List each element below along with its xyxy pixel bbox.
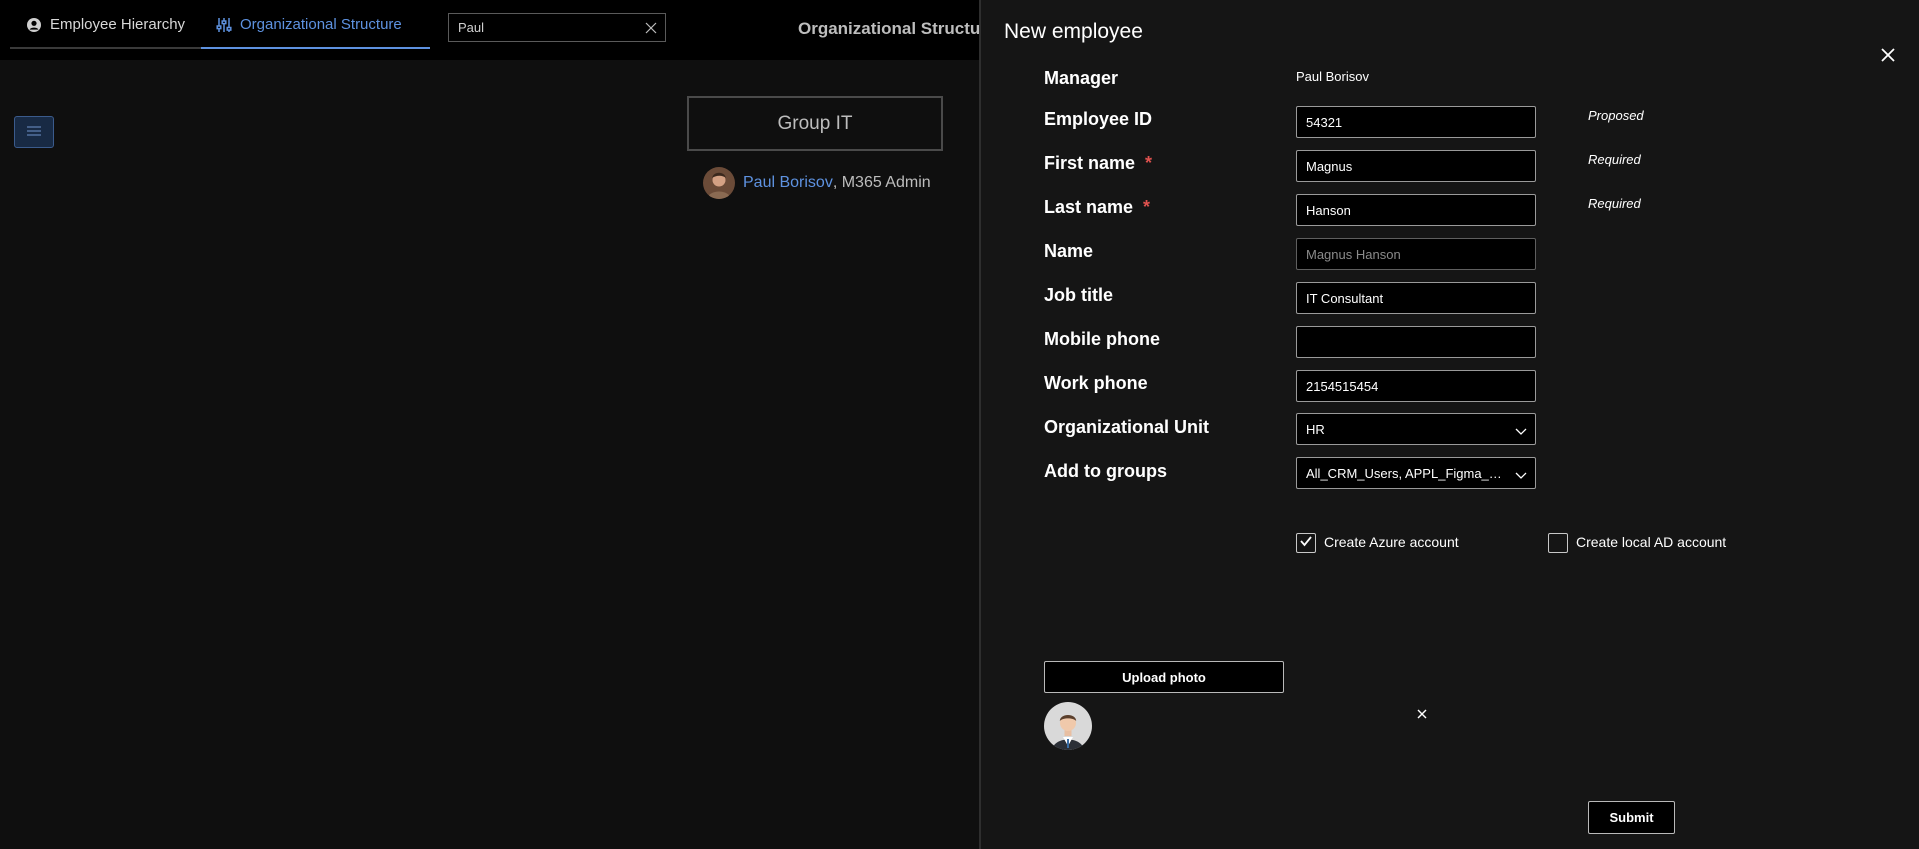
first-name-label: First name * bbox=[1044, 153, 1152, 174]
name-field[interactable] bbox=[1296, 238, 1536, 270]
groups-label: Add to groups bbox=[1044, 461, 1167, 481]
checkmark-icon bbox=[1299, 534, 1313, 553]
required-mark: * bbox=[1143, 197, 1151, 217]
create-local-ad-label: Create local AD account bbox=[1576, 534, 1727, 550]
mobile-phone-label: Mobile phone bbox=[1044, 329, 1160, 349]
last-name-field[interactable] bbox=[1296, 194, 1536, 226]
menu-button[interactable] bbox=[14, 116, 54, 148]
close-icon[interactable] bbox=[1877, 44, 1899, 66]
tab-employee-hierarchy[interactable]: Employee Hierarchy bbox=[26, 0, 185, 49]
upload-photo-button[interactable]: Upload photo bbox=[1044, 661, 1284, 693]
label-text: First name bbox=[1044, 153, 1136, 173]
first-name-field[interactable] bbox=[1296, 150, 1536, 182]
search-box bbox=[448, 13, 666, 42]
tab-organizational-structure[interactable]: Organizational Structure bbox=[216, 0, 402, 49]
chevron-down-icon bbox=[1515, 424, 1527, 436]
active-tab-indicator bbox=[201, 47, 430, 49]
employee-id-hint: Proposed bbox=[1588, 108, 1644, 123]
required-mark: * bbox=[1145, 153, 1153, 173]
manager-label: Manager bbox=[1044, 68, 1119, 88]
chevron-down-icon bbox=[1515, 468, 1527, 480]
org-unit-label: Organizational Unit bbox=[1044, 417, 1210, 437]
remove-photo-icon[interactable] bbox=[1415, 707, 1429, 721]
tab-underline bbox=[10, 47, 430, 49]
tab-label: Employee Hierarchy bbox=[50, 16, 186, 33]
label-text: Last name bbox=[1044, 197, 1134, 217]
employee-id-field[interactable] bbox=[1296, 106, 1536, 138]
mobile-phone-field[interactable] bbox=[1296, 326, 1536, 358]
page-title: Organizational Structu bbox=[798, 19, 981, 38]
member-role: , M365 Admin bbox=[832, 174, 931, 191]
name-label: Name bbox=[1044, 241, 1094, 261]
last-name-hint: Required bbox=[1588, 196, 1641, 211]
last-name-label: Last name * bbox=[1044, 197, 1150, 218]
close-icon[interactable] bbox=[643, 20, 659, 36]
avatar bbox=[703, 167, 735, 199]
member-name-link[interactable]: Paul Borisov bbox=[743, 174, 833, 192]
user-circle-icon bbox=[26, 17, 42, 33]
work-phone-field[interactable] bbox=[1296, 370, 1536, 402]
first-name-hint: Required bbox=[1588, 152, 1641, 167]
group-member: Paul Borisov, M365 Admin bbox=[703, 167, 931, 199]
create-azure-label: Create Azure account bbox=[1324, 534, 1459, 550]
employee-photo bbox=[1044, 702, 1092, 750]
sliders-icon bbox=[216, 17, 232, 33]
job-title-field[interactable] bbox=[1296, 282, 1536, 314]
dropdown-value: HR bbox=[1306, 422, 1325, 437]
create-azure-checkbox[interactable] bbox=[1296, 533, 1316, 553]
groups-dropdown[interactable]: All_CRM_Users, APPL_Figma_d... bbox=[1296, 457, 1536, 489]
org-group-node[interactable]: Group IT bbox=[687, 96, 943, 151]
panel-title: New employee bbox=[1004, 20, 1143, 43]
manager-value: Paul Borisov bbox=[1296, 69, 1369, 84]
create-local-ad-checkbox[interactable] bbox=[1548, 533, 1568, 553]
dropdown-value: All_CRM_Users, APPL_Figma_d... bbox=[1306, 466, 1506, 481]
job-title-label: Job title bbox=[1044, 285, 1114, 305]
submit-button[interactable]: Submit bbox=[1588, 801, 1675, 834]
org-unit-dropdown[interactable]: HR bbox=[1296, 413, 1536, 445]
employee-id-label: Employee ID bbox=[1044, 109, 1153, 129]
hamburger-icon bbox=[27, 123, 41, 141]
work-phone-label: Work phone bbox=[1044, 373, 1148, 393]
tab-label: Organizational Structure bbox=[240, 16, 402, 33]
search-input[interactable] bbox=[449, 14, 629, 41]
